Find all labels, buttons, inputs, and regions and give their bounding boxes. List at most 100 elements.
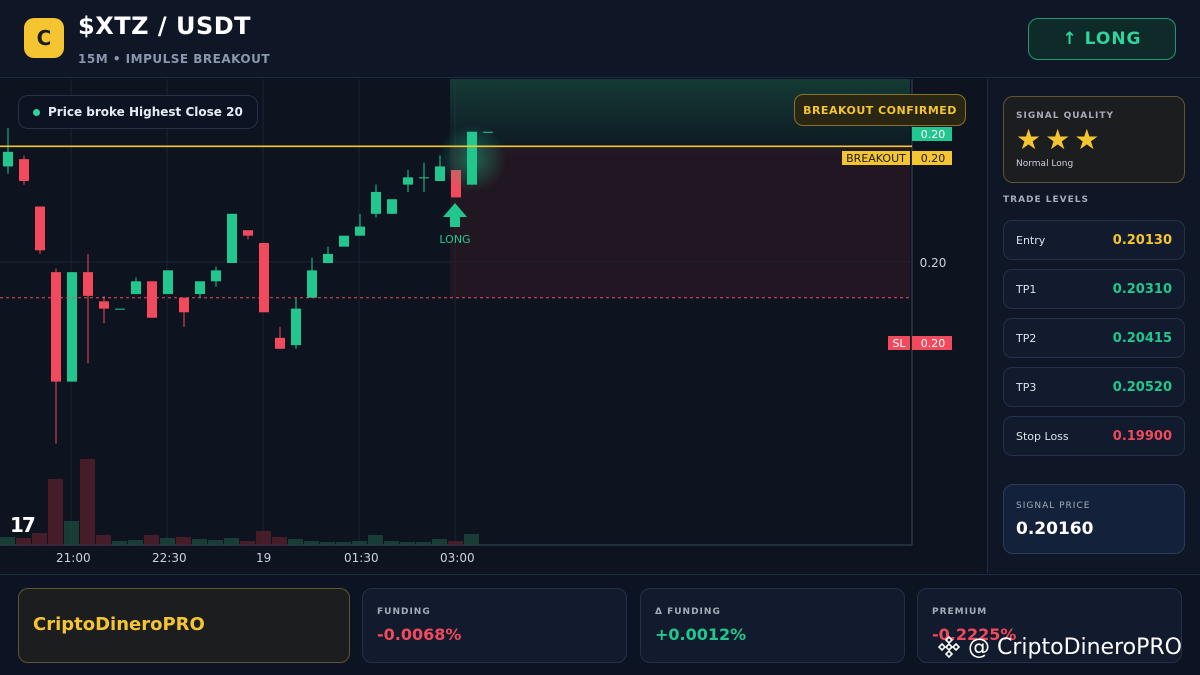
tradingview-logo: 17 — [10, 513, 36, 537]
volume-bar — [352, 541, 367, 545]
candle — [35, 206, 45, 254]
candlestick-chart-svg[interactable]: LONG 0.20 BREAKOUT 0.20 0.20 SL 0.20 — [0, 79, 986, 573]
x-tick-label: 01:30 — [344, 551, 379, 565]
brand-name: CriptoDineroPRO — [33, 614, 205, 635]
x-tick-label: 03:00 — [440, 551, 475, 565]
candle — [339, 235, 349, 247]
delta-funding-label: Δ FUNDING — [655, 607, 721, 617]
volume-bar — [128, 540, 143, 545]
candle-body — [419, 177, 429, 179]
candle-body — [19, 159, 29, 181]
candle-body — [467, 131, 477, 185]
risk-zone — [450, 146, 910, 298]
volume-bar — [288, 539, 303, 545]
candle — [483, 131, 493, 133]
candle — [259, 243, 269, 313]
candle-body — [339, 235, 349, 247]
volume-bar — [240, 541, 255, 545]
volume-bar — [256, 531, 271, 545]
x-tick-label: 21:00 — [56, 551, 91, 565]
candle-body — [147, 281, 157, 318]
candle-body — [275, 337, 285, 349]
watermark: @ CriptoDineroPRO — [936, 634, 1182, 660]
candle-body — [483, 131, 493, 133]
breakout-note-text: Price broke Highest Close 20 — [48, 105, 243, 119]
pair-title: $XTZ / USDT — [78, 12, 252, 40]
volume-bar — [160, 538, 175, 545]
candle-body — [387, 199, 397, 214]
volume-bar — [224, 538, 239, 545]
volume-bar — [176, 537, 191, 545]
price-axis-label: 0.20 — [920, 256, 947, 270]
breakout-confirmed-badge: BREAKOUT CONFIRMED — [794, 94, 966, 126]
x-tick-label: 19 — [256, 551, 272, 565]
volume-bar — [112, 541, 127, 545]
volume-bar — [64, 521, 79, 545]
volume-bar — [80, 459, 95, 545]
signal-price-label: SIGNAL PRICE — [1016, 501, 1091, 511]
candle-body — [179, 297, 189, 313]
candle-body — [51, 272, 61, 382]
candle — [387, 199, 397, 214]
level-value: 0.19900 — [1112, 429, 1172, 444]
volume-bar — [208, 540, 223, 545]
signal-panel: SIGNAL QUALITY ★★★ Normal Long TRADE LEV… — [987, 79, 1200, 573]
level-name: Stop Loss — [1016, 430, 1069, 443]
volume-bar — [320, 542, 335, 545]
binance-icon — [937, 635, 961, 659]
volume-bar — [272, 537, 287, 545]
volume-bar — [464, 534, 479, 545]
sl-price-value: 0.20 — [921, 337, 946, 350]
level-name: TP1 — [1016, 283, 1037, 296]
volume-bar — [16, 538, 31, 545]
candle — [163, 270, 173, 295]
volume-bar — [432, 539, 447, 545]
volume-bar — [0, 537, 15, 545]
level-entry: Entry 0.20130 — [1003, 220, 1185, 260]
candle — [227, 213, 237, 264]
level-tp1: TP1 0.20310 — [1003, 269, 1185, 309]
trade-levels-title: TRADE LEVELS — [1003, 195, 1089, 205]
candle-body — [291, 308, 301, 346]
volume-bar — [304, 541, 319, 545]
level-value: 0.20310 — [1112, 282, 1172, 297]
sl-tag-label: SL — [892, 337, 906, 350]
header: C $XTZ / USDT 15M • IMPULSE BREAKOUT ↑ L… — [0, 0, 1200, 78]
pair-subtitle: 15M • IMPULSE BREAKOUT — [78, 52, 271, 66]
brand-card: CriptoDineroPRO — [18, 588, 350, 663]
long-marker-label: LONG — [439, 233, 470, 246]
candle — [19, 155, 29, 185]
candle-body — [355, 226, 365, 236]
breakout-price-value: 0.20 — [921, 152, 946, 165]
current-price-value: 0.20 — [921, 128, 946, 141]
breakout-tag-label: BREAKOUT — [846, 152, 906, 165]
volume-bar — [96, 535, 111, 545]
candle-body — [371, 191, 381, 214]
candle — [438, 124, 506, 193]
candle-body — [163, 270, 173, 295]
candle-body — [67, 272, 77, 382]
candle-body — [195, 281, 205, 295]
candle-body — [227, 213, 237, 264]
volume-bar — [416, 542, 431, 545]
premium-label: PREMIUM — [932, 607, 988, 617]
signal-quality-card: SIGNAL QUALITY ★★★ Normal Long — [1003, 96, 1185, 183]
candle — [115, 308, 125, 310]
long-signal-button[interactable]: ↑ LONG — [1028, 18, 1176, 60]
signal-quality-label: SIGNAL QUALITY — [1016, 111, 1114, 121]
funding-card: FUNDING -0.0068% — [362, 588, 627, 663]
x-tick-label: 22:30 — [152, 551, 187, 565]
funding-value: -0.0068% — [377, 625, 462, 644]
signal-price-card: SIGNAL PRICE 0.20160 — [1003, 484, 1185, 554]
delta-funding-value: +0.0012% — [655, 625, 747, 644]
level-value: 0.20415 — [1112, 331, 1172, 346]
candle — [147, 281, 157, 318]
candle-body — [83, 272, 93, 296]
level-value: 0.20520 — [1112, 380, 1172, 395]
delta-funding-card: Δ FUNDING +0.0012% — [640, 588, 905, 663]
candle-body — [99, 301, 109, 309]
price-chart[interactable]: LONG 0.20 BREAKOUT 0.20 0.20 SL 0.20 Pri… — [0, 79, 986, 573]
breakout-note: Price broke Highest Close 20 — [18, 95, 258, 129]
level-name: Entry — [1016, 234, 1046, 247]
candle-body — [3, 151, 13, 167]
